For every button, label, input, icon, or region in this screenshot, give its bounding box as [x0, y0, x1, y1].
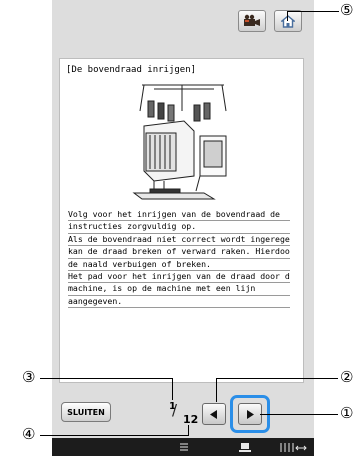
leader-2 [216, 378, 338, 379]
leader-1 [260, 414, 338, 415]
text-line: Volg voor het inrijgen van de bovendraad… [68, 209, 290, 222]
help-content-panel: [De bovendraad inrijgen] Volg voor het i… [59, 58, 304, 383]
text-line: kan de draad breken of verward raken. Hi… [68, 246, 290, 259]
embroidery-machine-illustration [132, 84, 227, 200]
leader-3-drop [172, 378, 173, 400]
leader-2-drop [216, 378, 217, 402]
page-total: 12 [183, 413, 199, 426]
tension-adjust-icon[interactable] [278, 441, 308, 453]
home-button[interactable] [274, 10, 302, 32]
leader-5-drop [287, 11, 288, 21]
text-line: instructies zorgvuldig op. [68, 221, 290, 234]
callout-4: ④ [22, 425, 36, 443]
callout-1: ① [340, 404, 354, 422]
instruction-text: Volg voor het inrijgen van de bovendraad… [68, 209, 290, 309]
text-line: aangegeven. [68, 296, 290, 309]
callout-2: ② [340, 368, 354, 386]
leader-3 [40, 378, 173, 379]
machine-icon[interactable] [238, 441, 252, 453]
right-arrow-icon [247, 409, 254, 419]
list-icon[interactable] [178, 441, 190, 453]
text-line: de naald verbuigen of breken. [68, 259, 290, 272]
home-icon [281, 14, 295, 28]
left-arrow-icon [210, 409, 217, 419]
text-line: Als de bovendraad niet correct wordt ing… [68, 234, 290, 247]
next-page-button[interactable] [238, 403, 262, 425]
video-camera-icon [244, 14, 260, 26]
leader-4 [40, 435, 189, 436]
video-button[interactable] [238, 10, 266, 32]
page-slash: / [172, 401, 178, 419]
callout-5: ⑤ [340, 1, 354, 19]
close-button[interactable]: SLUITEN [61, 402, 111, 422]
leader-5 [287, 11, 339, 12]
leader-4-rise [188, 425, 189, 436]
page-title: [De bovendraad inrijgen] [66, 65, 197, 75]
callout-3: ③ [22, 368, 36, 386]
text-line: Het pad voor het inrijgen van de draad d… [68, 271, 290, 284]
text-line: machine, is op de machine met een lijn [68, 283, 290, 296]
previous-page-button[interactable] [202, 403, 226, 425]
